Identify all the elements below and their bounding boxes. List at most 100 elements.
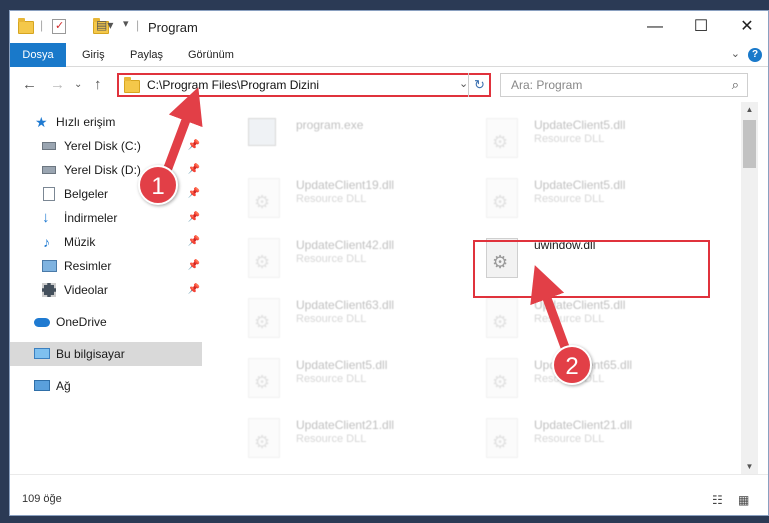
file-item[interactable]: ⚙ UpdateClient5.dll Resource DLL [474, 292, 714, 346]
dll-file-icon: ⚙ [248, 178, 280, 218]
file-item[interactable]: ⚙ UpdateClient5.dll Resource DLL [474, 172, 714, 226]
gear-icon: ⚙ [254, 312, 271, 332]
item-count: 109 öğe [22, 493, 62, 505]
file-name: program.exe [296, 118, 364, 132]
vertical-scrollbar[interactable]: ▲ ▼ [741, 102, 758, 474]
title-bar: | ✓ ▤▾ ▾ | Program — ☐ ✕ [10, 11, 768, 43]
sidebar-item-network[interactable]: Ağ [10, 374, 202, 398]
file-item[interactable]: ⚙ UpdateClient21.dll Resource DLL [236, 412, 476, 466]
pictures-icon [42, 260, 57, 272]
file-item[interactable]: program.exe [236, 112, 476, 166]
refresh-icon[interactable]: ↻ [468, 73, 490, 97]
pin-icon[interactable]: 📌 [188, 230, 200, 254]
sidebar-item-onedrive[interactable]: OneDrive [10, 310, 202, 334]
gear-icon: ⚙ [492, 132, 509, 152]
drive-icon [42, 142, 56, 150]
gear-icon: ⚙ [492, 312, 509, 332]
tab-file[interactable]: Dosya [10, 43, 66, 67]
customize-toolbar-icon[interactable]: ▾ [123, 17, 129, 35]
gear-icon: ⚙ [254, 432, 271, 452]
tab-view[interactable]: Görünüm [178, 43, 244, 67]
dll-file-icon: ⚙ [486, 298, 518, 338]
navigation-pane: ★ Hızlı erişim Yerel Disk (C:) 📌 Yerel D… [10, 102, 206, 474]
status-bar: 109 öğe ☷ ▦ [10, 474, 768, 515]
close-button[interactable]: ✕ [724, 11, 768, 43]
gear-icon: ⚙ [492, 192, 509, 212]
address-dropdown-icon[interactable]: ⌄ [459, 77, 468, 90]
pin-icon[interactable]: 📌 [188, 278, 200, 302]
gear-icon: ⚙ [254, 252, 271, 272]
dll-file-icon: ⚙ [486, 178, 518, 218]
back-icon[interactable]: ← [22, 76, 37, 93]
file-item[interactable]: ⚙ UpdateClient63.dll Resource DLL [236, 292, 476, 346]
scroll-up-icon[interactable]: ▲ [741, 105, 758, 114]
step-badge-1: 1 [138, 165, 178, 205]
search-icon[interactable]: ⌕ [732, 77, 739, 93]
sidebar-item-this-pc[interactable]: Bu bilgisayar [10, 342, 202, 366]
sidebar-item-label: Videolar [64, 283, 108, 297]
pin-icon[interactable]: 📌 [188, 206, 200, 230]
pin-icon[interactable]: 📌 [188, 134, 200, 158]
sidebar-item-disk-c[interactable]: Yerel Disk (C:) 📌 [10, 134, 202, 158]
recent-locations-icon[interactable]: ⌄ [74, 79, 82, 90]
file-name: UpdateClient5.dll [534, 178, 626, 192]
file-name: UpdateClient5.dll [296, 358, 388, 372]
details-view-icon[interactable]: ☷ [712, 493, 723, 507]
sidebar-item-label: Müzik [64, 235, 96, 249]
gear-icon: ⚙ [254, 192, 271, 212]
scroll-down-icon[interactable]: ▼ [741, 462, 758, 471]
minimize-button[interactable]: — [632, 11, 678, 43]
file-item[interactable]: ⚙ UpdateClient5.dll Resource DLL [474, 112, 714, 166]
search-placeholder: Ara: Program [511, 78, 583, 92]
separator: | [136, 18, 140, 32]
file-type: Resource DLL [296, 253, 367, 265]
file-list: program.exe ⚙ UpdateClient5.dll Resource… [206, 102, 742, 474]
up-icon[interactable]: ↑ [94, 76, 102, 93]
maximize-button[interactable]: ☐ [678, 11, 724, 43]
file-type: Resource DLL [534, 313, 605, 325]
ribbon-tabs: Dosya Giriş Paylaş Görünüm ⌄ ? [10, 43, 768, 67]
help-icon[interactable]: ? [748, 48, 762, 62]
tab-home[interactable]: Giriş [72, 43, 115, 67]
tiles-view-icon[interactable]: ▦ [738, 493, 749, 507]
file-item[interactable]: ⚙ UpdateClient42.dll Resource DLL [236, 232, 476, 286]
tab-share[interactable]: Paylaş [120, 43, 173, 67]
sidebar-item-label: Hızlı erişim [56, 115, 116, 129]
pin-icon[interactable]: 📌 [188, 158, 200, 182]
file-item[interactable]: ⚙ UpdateClient19.dll Resource DLL [236, 172, 476, 226]
file-item[interactable]: ⚙ UpdateClient65.dll Resource DLL [474, 352, 714, 406]
file-name: UpdateClient21.dll [296, 418, 395, 432]
computer-icon [34, 348, 50, 359]
gear-icon: ⚙ [492, 432, 509, 452]
sidebar-item-label: Resimler [64, 259, 112, 273]
file-highlight-box [473, 240, 710, 298]
address-bar[interactable]: C:\Program Files\Program Dizini ⌄ ↻ [117, 73, 491, 97]
sidebar-item-music[interactable]: ♪ Müzik 📌 [10, 230, 202, 254]
sidebar-item-pictures[interactable]: Resimler 📌 [10, 254, 202, 278]
sidebar-item-downloads[interactable]: ↓ İndirmeler 📌 [10, 206, 202, 230]
file-type: Resource DLL [534, 133, 605, 145]
file-item[interactable]: ⚙ UpdateClient21.dll Resource DLL [474, 412, 714, 466]
dll-file-icon: ⚙ [248, 358, 280, 398]
pin-icon[interactable]: 📌 [188, 182, 200, 206]
folder-icon [124, 77, 140, 93]
forward-icon[interactable]: → [50, 76, 65, 93]
navigation-bar: ← → ⌄ ↑ C:\Program Files\Program Dizini … [10, 68, 768, 102]
properties-icon[interactable]: ✓ [52, 19, 66, 34]
file-item[interactable]: ⚙ UpdateClient5.dll Resource DLL [236, 352, 476, 406]
file-type: Resource DLL [296, 313, 367, 325]
sidebar-item-label: İndirmeler [64, 211, 118, 225]
sidebar-item-videos[interactable]: Videolar 📌 [10, 278, 202, 302]
file-name: UpdateClient63.dll [296, 298, 395, 312]
dll-file-icon: ⚙ [248, 238, 280, 278]
pin-icon[interactable]: 📌 [188, 254, 200, 278]
scrollbar-thumb[interactable] [743, 120, 756, 168]
view-options-icon[interactable]: ▤▾ [96, 18, 113, 36]
music-icon: ♪ [43, 234, 50, 250]
file-name: UpdateClient5.dll [534, 298, 626, 312]
expand-ribbon-icon[interactable]: ⌄ [731, 47, 740, 60]
address-path[interactable]: C:\Program Files\Program Dizini [147, 78, 319, 92]
file-name: UpdateClient42.dll [296, 238, 395, 252]
search-input[interactable]: Ara: Program ⌕ [500, 73, 748, 97]
sidebar-item-quick-access[interactable]: ★ Hızlı erişim [10, 110, 202, 134]
